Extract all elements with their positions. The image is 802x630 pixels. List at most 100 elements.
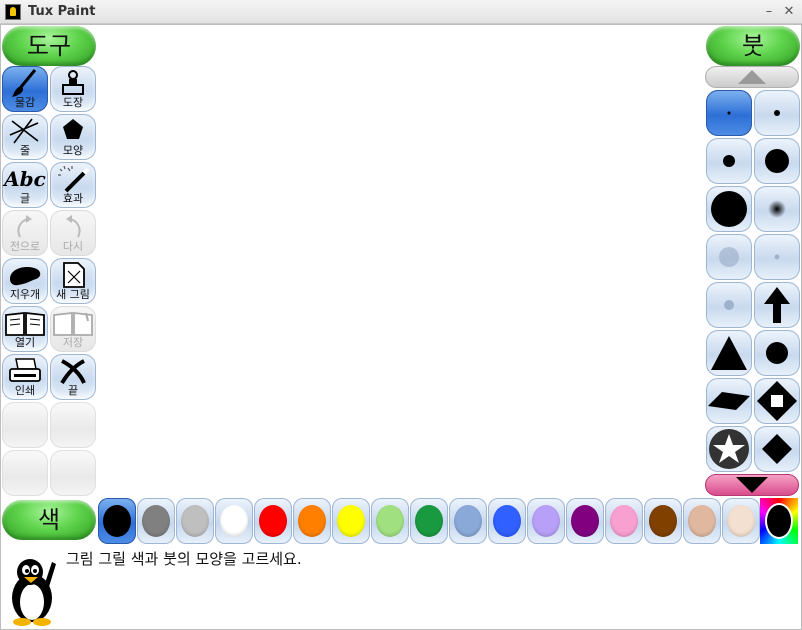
color-dot	[376, 505, 404, 537]
tool-paint[interactable]: 물감	[2, 66, 48, 112]
brush-large-dot-icon	[765, 149, 789, 173]
color-swatch-light-green[interactable]	[371, 498, 409, 544]
color-swatch-pink[interactable]	[605, 498, 643, 544]
minimize-button[interactable]: –	[760, 3, 778, 21]
color-swatch-dark-gray[interactable]	[137, 498, 175, 544]
color-dot	[142, 505, 170, 537]
arrow-down-icon	[736, 477, 768, 493]
tool-label: 도장	[62, 96, 84, 109]
tool-undo[interactable]: 전으로	[2, 210, 48, 256]
brush-option[interactable]	[754, 378, 800, 424]
brush-option[interactable]	[754, 138, 800, 184]
title-bar: Tux Paint – ✕	[0, 0, 802, 24]
brush-option[interactable]	[706, 234, 752, 280]
tool-label: 물감	[14, 96, 36, 109]
empty-tool-slot	[2, 402, 48, 448]
tool-text[interactable]: Abc 글	[2, 162, 48, 208]
color-swatch-yellow[interactable]	[332, 498, 370, 544]
tool-label: 지우개	[9, 288, 41, 301]
brush-option[interactable]	[706, 138, 752, 184]
color-dot	[493, 505, 521, 537]
color-picker-button[interactable]	[760, 498, 798, 544]
close-button[interactable]: ✕	[780, 3, 798, 21]
brush-option[interactable]	[754, 426, 800, 472]
brush-triangle-icon	[711, 336, 747, 370]
color-dot	[454, 505, 482, 537]
brush-gray-blob-icon	[719, 247, 739, 267]
tool-label: 줄	[19, 144, 31, 157]
color-swatch-black[interactable]	[98, 498, 136, 544]
brush-option[interactable]	[754, 234, 800, 280]
color-dot	[181, 505, 209, 537]
color-swatch-white[interactable]	[215, 498, 253, 544]
brush-option[interactable]	[754, 330, 800, 376]
brush-circle-icon	[766, 342, 788, 364]
tool-lines[interactable]: 줄	[2, 114, 48, 160]
brush-medium-dot-icon	[723, 155, 735, 167]
status-message: 그림 그릴 색과 붓의 모양을 고르세요.	[66, 550, 302, 568]
brush-gray-tiny-icon	[774, 254, 780, 260]
color-swatch-red[interactable]	[254, 498, 292, 544]
tool-label: 새 그림	[56, 288, 90, 301]
tool-label: 글	[19, 192, 31, 205]
empty-tool-slot	[2, 450, 48, 496]
tux-penguin-icon	[12, 559, 56, 626]
color-swatch-light-gray[interactable]	[176, 498, 214, 544]
color-swatch-blue[interactable]	[488, 498, 526, 544]
brush-fuzzy-dot-icon	[768, 200, 786, 218]
brushes-header: 붓	[706, 26, 800, 66]
brush-arrow-up-icon	[764, 287, 790, 323]
brush-option[interactable]	[754, 90, 800, 136]
tool-label: 끝	[67, 384, 79, 397]
brush-option[interactable]	[706, 90, 752, 136]
tool-redo[interactable]: 다시	[50, 210, 96, 256]
color-dot	[415, 505, 443, 537]
colors-header: 색	[2, 500, 96, 540]
brush-option[interactable]	[706, 282, 752, 328]
tool-save[interactable]: 저장	[50, 306, 96, 352]
tool-stamp[interactable]: 도장	[50, 66, 96, 112]
tool-label: 저장	[62, 336, 84, 349]
tool-new[interactable]: 새 그림	[50, 258, 96, 304]
drawing-canvas[interactable]	[98, 25, 704, 498]
color-swatch-beige[interactable]	[722, 498, 760, 544]
color-swatch-tan[interactable]	[683, 498, 721, 544]
tool-eraser[interactable]: 지우개	[2, 258, 48, 304]
brush-option[interactable]	[706, 186, 752, 232]
arrow-up-icon	[738, 70, 766, 84]
tool-print[interactable]: 인쇄	[2, 354, 48, 400]
brush-scroll-down-button[interactable]	[705, 474, 799, 496]
tool-shapes[interactable]: 모양	[50, 114, 96, 160]
color-swatch-sky-blue[interactable]	[449, 498, 487, 544]
brush-small-dot-icon	[774, 110, 780, 116]
color-swatch-brown[interactable]	[644, 498, 682, 544]
color-dot	[298, 505, 326, 537]
color-swatch-orange[interactable]	[293, 498, 331, 544]
color-dot	[103, 505, 131, 537]
color-dot	[259, 505, 287, 537]
tool-label: 전으로	[9, 240, 41, 253]
tool-open[interactable]: 열기	[2, 306, 48, 352]
tool-magic[interactable]: 효과	[50, 162, 96, 208]
empty-tool-slot	[50, 450, 96, 496]
selected-custom-color	[767, 505, 791, 537]
brush-gray-small-icon	[724, 300, 734, 310]
window-title: Tux Paint	[28, 4, 96, 19]
tool-label: 효과	[62, 192, 84, 205]
brush-diamond-outline-icon	[757, 381, 797, 421]
brush-option[interactable]	[706, 426, 752, 472]
color-dot	[337, 505, 365, 537]
brush-option[interactable]	[706, 330, 752, 376]
color-swatch-lavender[interactable]	[527, 498, 565, 544]
brush-option[interactable]	[754, 186, 800, 232]
tool-quit[interactable]: 끝	[50, 354, 96, 400]
color-swatch-purple[interactable]	[566, 498, 604, 544]
brush-option[interactable]	[706, 378, 752, 424]
brush-option[interactable]	[754, 282, 800, 328]
brush-scroll-up-button[interactable]	[705, 66, 799, 88]
color-swatch-green[interactable]	[410, 498, 448, 544]
tools-header: 도구	[2, 26, 96, 66]
tool-label: 열기	[14, 336, 36, 349]
brush-star-icon	[709, 429, 749, 469]
empty-tool-slot	[50, 402, 96, 448]
